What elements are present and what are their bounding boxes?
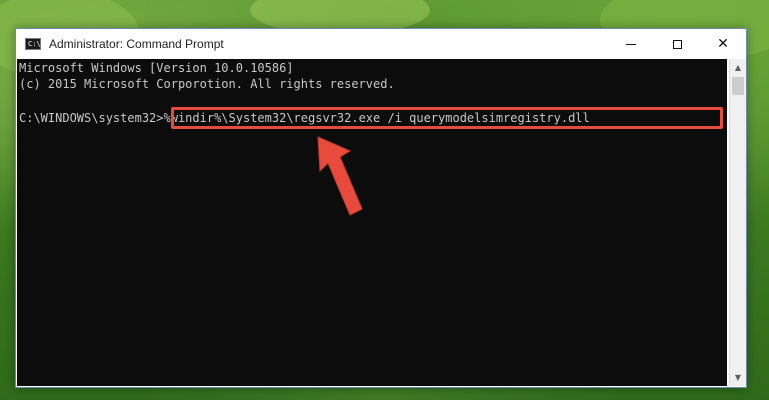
vertical-scrollbar[interactable]: ▲ ▼	[729, 59, 746, 386]
scrollbar-thumb[interactable]	[732, 77, 744, 95]
console-line: (c) 2015 Microsoft Corporotion. All righ…	[19, 77, 395, 91]
maximize-button[interactable]	[654, 29, 700, 59]
minimize-icon	[626, 43, 636, 45]
command-prompt-window: C:\. Administrator: Command Prompt ✕ Mic…	[15, 28, 747, 388]
title-bar[interactable]: C:\. Administrator: Command Prompt ✕	[16, 29, 746, 59]
close-icon: ✕	[717, 36, 729, 52]
scroll-down-icon[interactable]: ▼	[730, 369, 746, 386]
close-button[interactable]: ✕	[700, 29, 746, 59]
window-controls: ✕	[608, 29, 746, 59]
pointer-arrow-icon	[317, 136, 363, 216]
window-title: Administrator: Command Prompt	[49, 37, 224, 51]
console-prompt: C:\WINDOWS\system32>	[19, 111, 164, 125]
command-highlight-box	[171, 107, 723, 129]
console-line: Microsoft Windows [Version 10.0.10586]	[19, 61, 294, 75]
cmd-app-icon[interactable]: C:\.	[25, 38, 45, 50]
minimize-button[interactable]	[608, 29, 654, 59]
scroll-up-icon[interactable]: ▲	[730, 59, 746, 76]
maximize-icon	[672, 39, 682, 49]
